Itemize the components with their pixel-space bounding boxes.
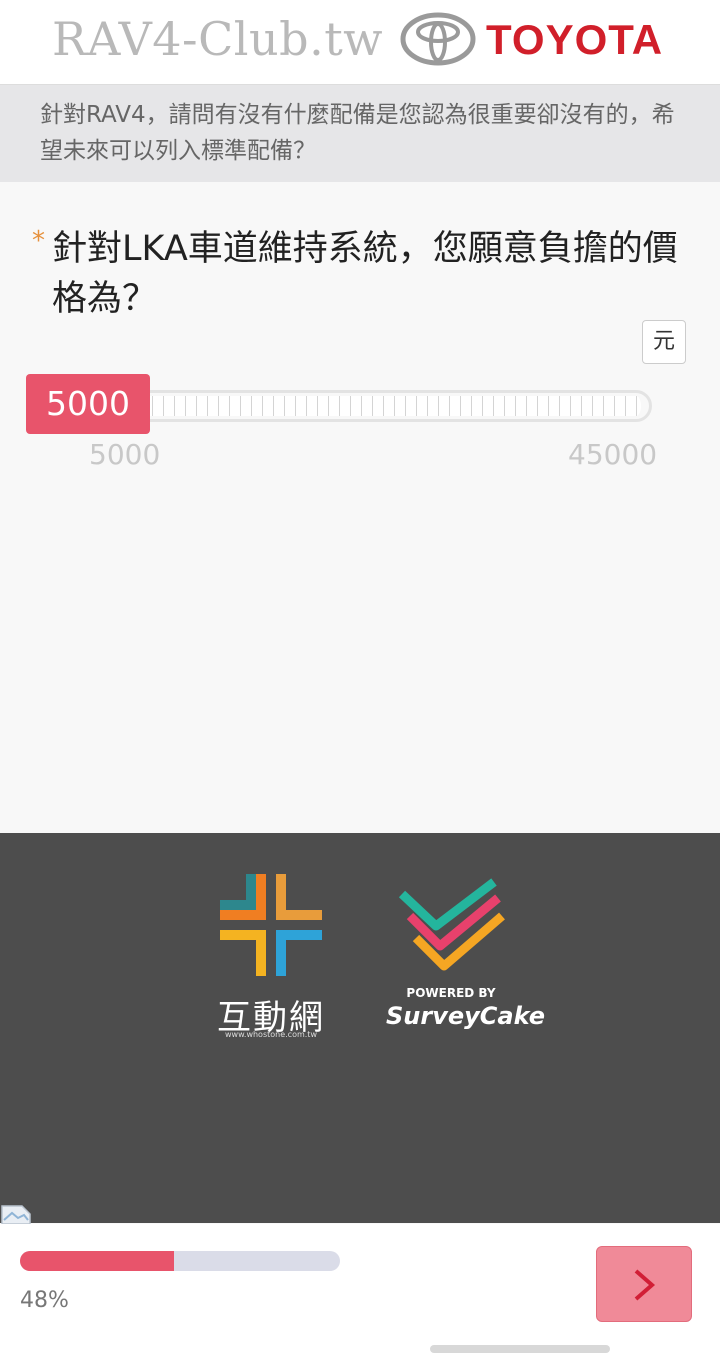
question-title: 針對LKA車道維持系統，您願意負擔的價格為？ [52, 229, 678, 319]
slider-min-label: 5000 [89, 438, 161, 471]
survey-progress-bar [20, 1251, 340, 1271]
home-indicator [430, 1345, 610, 1353]
next-page-button[interactable] [596, 1246, 692, 1322]
site-header: RAV4-Club.tw TOYOTA [0, 0, 720, 85]
chevron-right-icon [634, 1269, 656, 1301]
broken-image-icon [1, 1205, 31, 1225]
sponsor-footer [0, 833, 720, 1223]
price-slider-handle[interactable]: 5000 [26, 374, 150, 434]
slider-max-label: 45000 [568, 438, 658, 471]
partner-url: www.whostone.com.tw [225, 1030, 317, 1039]
required-mark: * [32, 226, 45, 256]
unit-label: 元 [642, 320, 686, 364]
whostone-logo-icon [220, 874, 322, 976]
survey-progress-fill [20, 1251, 174, 1271]
progress-percent: 48% [20, 1288, 69, 1313]
toyota-logo-icon [400, 12, 476, 66]
surveycake-logo-icon [398, 878, 505, 971]
site-title: RAV4-Club.tw [52, 12, 384, 66]
powered-by-label: POWERED BY [406, 986, 496, 1000]
platform-name: SurveyCake [386, 1002, 545, 1030]
previous-question: 針對RAV4，請問有沒有什麼配備是您認為很重要卻沒有的，希望未來可以列入標準配備… [0, 85, 720, 182]
brand-name: TOYOTA [486, 16, 664, 63]
